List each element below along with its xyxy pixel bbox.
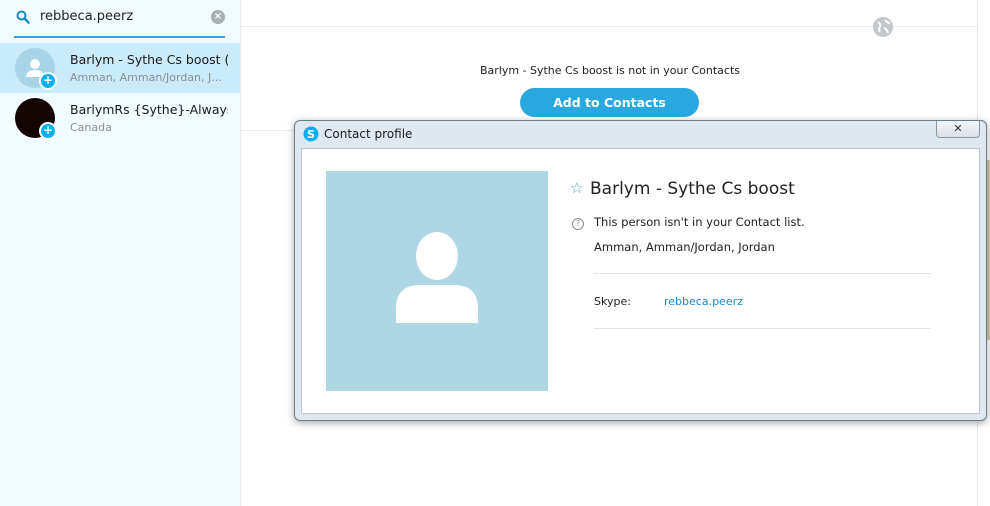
sidebar: rebbeca.peerz × + Barlym - Sythe Cs boos… <box>0 0 241 506</box>
search-result-item[interactable]: + Barlym - Sythe Cs boost () Amman, Amma… <box>0 43 240 93</box>
add-to-contacts-button[interactable]: Add to Contacts <box>520 88 699 117</box>
globe-icon[interactable] <box>872 16 894 38</box>
profile-location: Amman, Amman/Jordan, Jordan <box>594 240 775 254</box>
divider <box>594 328 931 329</box>
close-icon: ✕ <box>953 122 963 135</box>
result-location: Amman, Amman/Jordan, J... <box>70 71 222 84</box>
result-name: Barlym - Sythe Cs boost () <box>70 52 228 67</box>
contact-profile-dialog: S Contact profile ✕ ☆ Barlym - Sythe Cs … <box>294 120 987 421</box>
skype-name-link[interactable]: rebbeca.peerz <box>664 295 743 308</box>
profile-photo <box>326 171 548 391</box>
clear-search-icon[interactable]: × <box>211 10 225 24</box>
profile-name: Barlym - Sythe Cs boost <box>590 179 795 199</box>
header-divider <box>241 26 977 27</box>
search-box[interactable]: rebbeca.peerz × <box>14 0 225 38</box>
avatar: + <box>15 98 57 140</box>
search-icon <box>16 10 30 24</box>
search-result-item[interactable]: + BarlymRs {Sythe}-Always...) Canada <box>0 93 240 143</box>
not-in-contact-list-text: This person isn't in your Contact list. <box>594 215 805 229</box>
skype-label: Skype: <box>594 295 631 308</box>
avatar: + <box>15 48 57 90</box>
result-location: Canada <box>70 121 112 134</box>
plus-badge-icon: + <box>39 72 57 90</box>
result-name: BarlymRs {Sythe}-Always...) <box>70 102 228 117</box>
search-input[interactable]: rebbeca.peerz <box>40 9 133 24</box>
content-divider <box>241 130 301 131</box>
help-icon: ? <box>572 218 584 230</box>
favorite-star-icon[interactable]: ☆ <box>570 179 583 197</box>
plus-badge-icon: + <box>39 122 57 140</box>
close-button[interactable]: ✕ <box>936 121 980 138</box>
divider <box>594 273 931 274</box>
dialog-content: ☆ Barlym - Sythe Cs boost ? This person … <box>301 148 980 414</box>
skype-logo-icon: S <box>303 126 319 142</box>
not-in-contacts-text: Barlym - Sythe Cs boost is not in your C… <box>479 64 741 77</box>
dialog-title: Contact profile <box>324 127 413 141</box>
default-user-icon <box>396 232 478 323</box>
svg-text:S: S <box>307 128 315 141</box>
